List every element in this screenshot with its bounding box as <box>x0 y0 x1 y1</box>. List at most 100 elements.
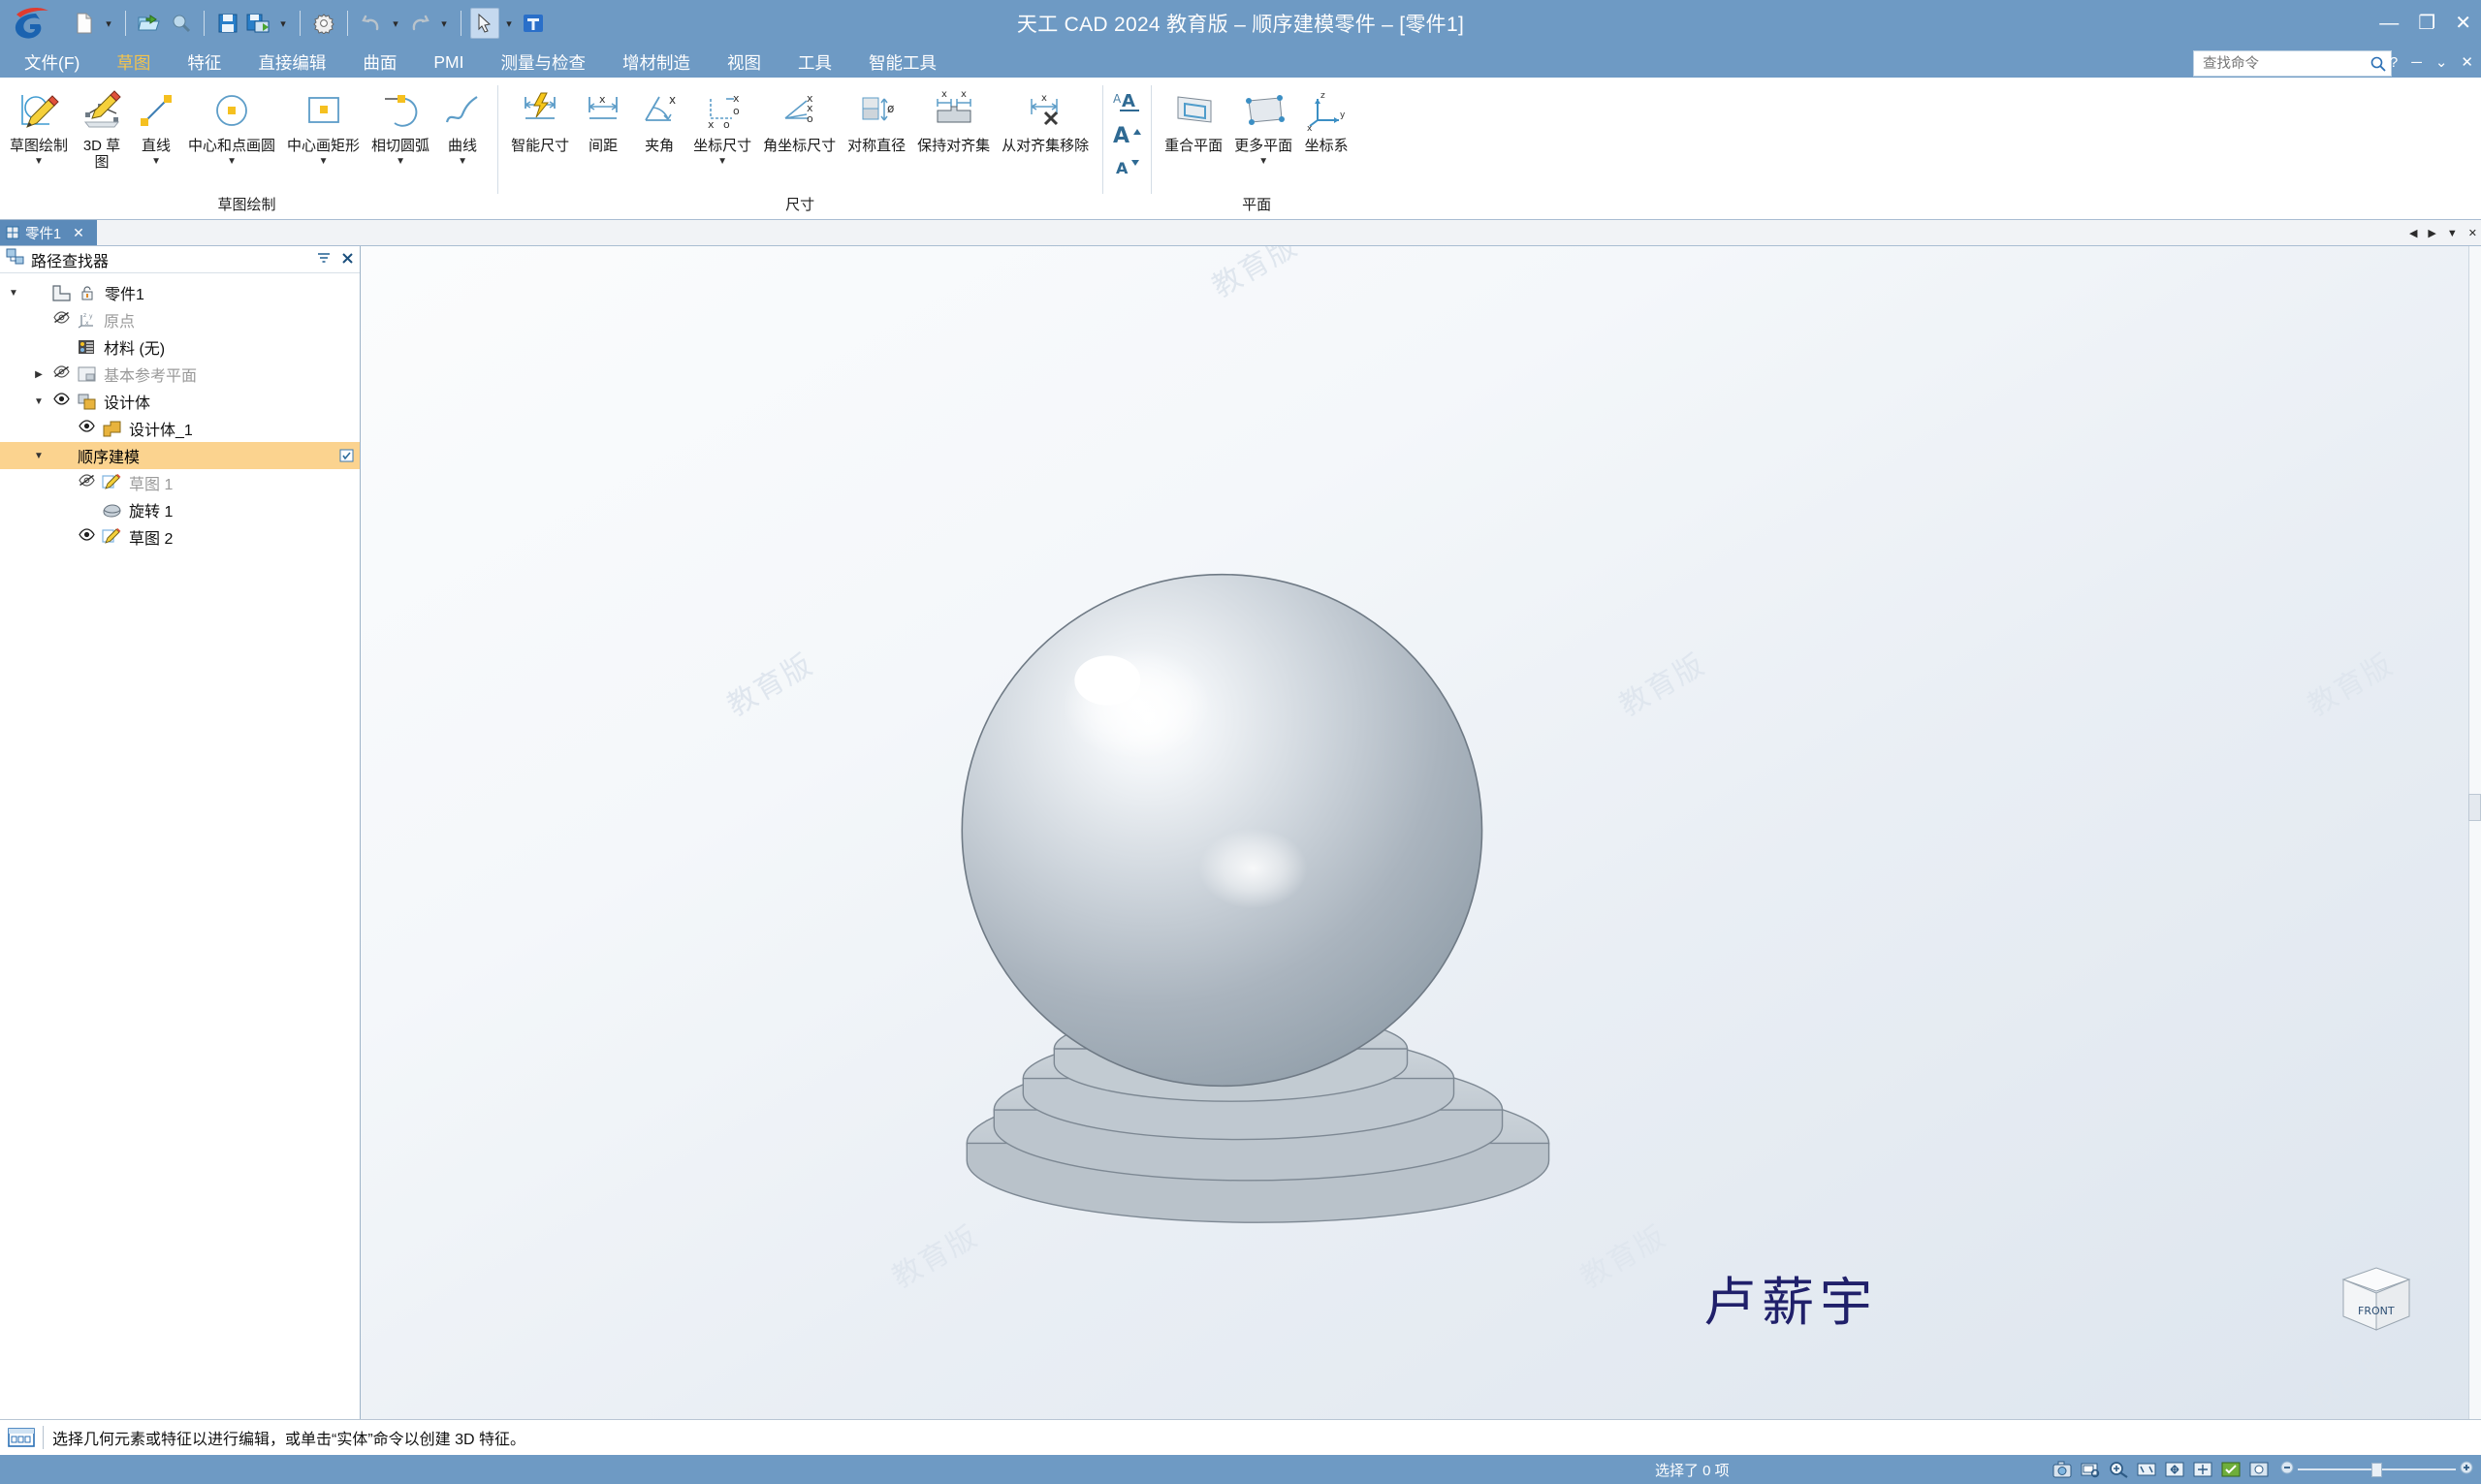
ribbon-button-more-planes[interactable]: 更多平面 ▼ <box>1228 83 1298 166</box>
redo-caret[interactable]: ▾ <box>436 8 452 39</box>
ribbon-button-coordinate-dimension[interactable]: x o x o 坐标尺寸 ▼ <box>687 83 757 166</box>
tree-item-4[interactable]: ▼ 设计体 <box>0 388 360 415</box>
ribbon-button-circle-center-point[interactable]: 中心和点画圆 ▼ <box>182 83 281 166</box>
zoom-in-icon[interactable] <box>2460 1461 2473 1478</box>
visibility-eye-icon[interactable] <box>77 528 96 546</box>
search-input[interactable] <box>2201 54 2370 73</box>
undo-caret[interactable]: ▾ <box>388 8 403 39</box>
menu-item-7[interactable]: 增材制造 <box>604 47 709 78</box>
close-button[interactable]: ✕ <box>2455 14 2471 33</box>
save-as-caret[interactable]: ▾ <box>275 8 291 39</box>
tree-item-3[interactable]: ▶ 基本参考平面 <box>0 361 360 388</box>
close-icon[interactable]: ✕ <box>73 225 84 241</box>
menu-item-10[interactable]: 智能工具 <box>850 47 955 78</box>
menu-item-6[interactable]: 测量与检查 <box>482 47 604 78</box>
menu-item-3[interactable]: 直接编辑 <box>239 47 344 78</box>
minimize-button[interactable]: — <box>2379 14 2399 33</box>
visible-edges-icon[interactable] <box>2220 1459 2242 1480</box>
save-button[interactable] <box>213 8 242 39</box>
tree-item-2[interactable]: 材料 (无) <box>0 333 360 361</box>
text-tool-button[interactable] <box>519 8 548 39</box>
help-button[interactable]: ? <box>2390 54 2398 71</box>
view-fit-icon[interactable] <box>2080 1459 2101 1480</box>
chevron-down-icon[interactable]: ▼ <box>227 156 237 166</box>
expand-collapse-icon[interactable]: ▼ <box>31 451 47 461</box>
ribbon-button-sketch-3d[interactable]: 3D 草图 <box>74 83 130 172</box>
ribbon-button-maintain-align-set[interactable]: x x 保持对齐集 <box>911 83 996 155</box>
visibility-eye-icon[interactable] <box>77 420 96 437</box>
tree-item-8[interactable]: 旋转 1 <box>0 496 360 523</box>
chevron-down-icon[interactable]: ▼ <box>151 156 161 166</box>
ribbon-button-sketch-draw[interactable]: 草图绘制 ▼ <box>4 83 74 166</box>
lock-icon[interactable] <box>77 285 98 300</box>
undo-button[interactable] <box>357 8 386 39</box>
zoom-slider-track-right[interactable] <box>2382 1468 2456 1470</box>
ribbon-button-tangent-arc[interactable]: 相切圆弧 ▼ <box>366 83 435 166</box>
menu-item-0[interactable]: 文件(F) <box>6 47 98 78</box>
chevron-down-icon[interactable]: ▼ <box>1258 156 1268 166</box>
ribbon-restore-button[interactable]: ⌄ <box>2435 53 2448 71</box>
tree-item-0[interactable]: ▼ 零件1 <box>0 279 360 306</box>
zoom-slider-track[interactable] <box>2298 1468 2371 1470</box>
command-search[interactable] <box>2193 50 2392 77</box>
menu-item-4[interactable]: 曲面 <box>344 47 415 78</box>
ribbon-button-rectangle-center[interactable]: 中心画矩形 ▼ <box>281 83 366 166</box>
select-tool-button[interactable] <box>470 8 499 39</box>
ribbon-button-symmetric-diameter[interactable]: ø 对称直径 <box>842 83 911 155</box>
redo-button[interactable] <box>405 8 434 39</box>
visibility-eye-icon[interactable] <box>51 365 71 383</box>
chevron-down-icon[interactable]: ▼ <box>34 156 44 166</box>
tab-next-button[interactable]: ▶ <box>2428 227 2435 239</box>
visibility-eye-icon[interactable] <box>51 311 71 329</box>
settings-button[interactable] <box>309 8 338 39</box>
tree-item-7[interactable]: 草图 1 <box>0 469 360 496</box>
visibility-eye-icon[interactable] <box>51 393 71 410</box>
select-tool-caret[interactable]: ▾ <box>501 8 517 39</box>
chevron-down-icon[interactable]: ▼ <box>717 156 727 166</box>
zoom-slider-knob[interactable] <box>2371 1462 2382 1477</box>
rotate-view-icon[interactable] <box>2164 1459 2185 1480</box>
expand-collapse-icon[interactable]: ▼ <box>31 396 47 407</box>
ribbon-button-curve[interactable]: 曲线 ▼ <box>435 83 490 166</box>
new-document-caret[interactable]: ▾ <box>101 8 116 39</box>
chevron-down-icon[interactable]: ▼ <box>396 156 405 166</box>
ribbon-button-distance[interactable]: x 间距 <box>575 83 631 155</box>
pan-view-icon[interactable] <box>2192 1459 2213 1480</box>
camera-capture-icon[interactable] <box>2052 1459 2073 1480</box>
viewport-scrollbar[interactable] <box>2468 246 2481 1419</box>
search-icon[interactable] <box>2370 55 2387 73</box>
open-browse-button[interactable] <box>166 8 195 39</box>
zoom-out-icon[interactable] <box>2280 1461 2294 1478</box>
chevron-down-icon[interactable]: ▼ <box>319 156 329 166</box>
ribbon-button-line[interactable]: 直线 ▼ <box>130 83 182 166</box>
menu-item-2[interactable]: 特征 <box>169 47 239 78</box>
tab-close-button[interactable]: ✕ <box>2468 227 2477 239</box>
tab-prev-button[interactable]: ◀ <box>2409 227 2417 239</box>
menu-item-5[interactable]: PMI <box>415 49 482 76</box>
menu-item-8[interactable]: 视图 <box>709 47 779 78</box>
ribbon-button-angular-coordinate[interactable]: x x o 角坐标尺寸 <box>757 83 842 155</box>
zoom-area-icon[interactable] <box>2108 1459 2129 1480</box>
tree-item-9[interactable]: 草图 2 <box>0 523 360 551</box>
ribbon-minimize-button[interactable]: ─ <box>2411 54 2422 71</box>
zoom-slider[interactable] <box>2280 1461 2473 1478</box>
menu-item-9[interactable]: 工具 <box>779 47 850 78</box>
zoom-in-out-icon[interactable] <box>2136 1459 2157 1480</box>
font-size-up-icon[interactable]: A <box>1110 118 1143 149</box>
ribbon-close-button[interactable]: ✕ <box>2461 53 2473 71</box>
tab-list-button[interactable]: ▼ <box>2447 228 2458 239</box>
document-tab-part1[interactable]: 零件1 ✕ <box>0 220 97 245</box>
save-as-button[interactable] <box>244 8 273 39</box>
tree-item-1[interactable]: z y x 原点 <box>0 306 360 333</box>
ribbon-button-coordinate-system[interactable]: z y x 坐标系 <box>1298 83 1354 155</box>
menu-item-1[interactable]: 草图 <box>98 47 169 78</box>
ribbon-button-smart-dimension[interactable]: 智能尺寸 <box>505 83 575 155</box>
ribbon-button-remove-align-set[interactable]: x 从对齐集移除 <box>996 83 1095 155</box>
tree-item-5[interactable]: 设计体_1 <box>0 415 360 442</box>
font-style-icon[interactable]: AA <box>1110 85 1143 118</box>
panel-menu-icon[interactable] <box>317 252 331 267</box>
model-3d[interactable] <box>361 246 2481 1419</box>
ribbon-button-coincident-plane[interactable]: 重合平面 <box>1159 83 1228 155</box>
tree-item-6[interactable]: ▼ 顺序建模 <box>0 442 360 469</box>
panel-close-icon[interactable] <box>341 252 354 268</box>
